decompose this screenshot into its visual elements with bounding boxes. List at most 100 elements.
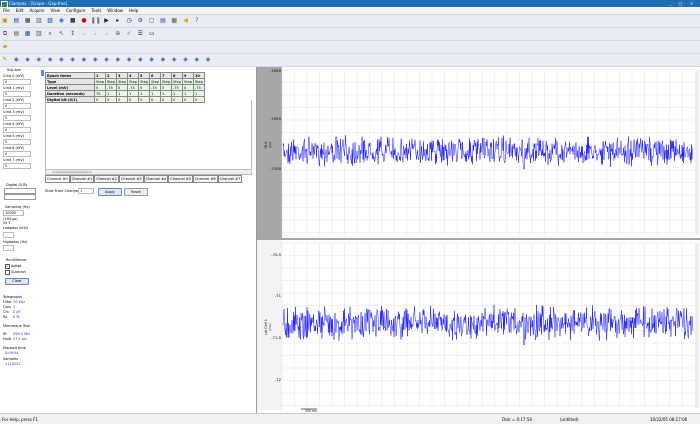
- tab-channel-4[interactable]: Channel #4: [143, 175, 169, 183]
- settings-icon[interactable]: ⚙: [136, 16, 145, 25]
- stop-icon[interactable]: ■: [68, 16, 77, 25]
- protocol-icon[interactable]: ▥: [34, 16, 43, 25]
- seq-key-6-icon[interactable]: ◈: [68, 55, 77, 64]
- copy-icon[interactable]: ⧉: [1, 29, 10, 38]
- maximize-button[interactable]: □: [677, 1, 684, 6]
- cmd7-input[interactable]: 0: [3, 163, 31, 169]
- scrollbar-thumb[interactable]: [52, 170, 92, 173]
- paste-icon[interactable]: ▤: [12, 29, 21, 38]
- tab-channel-7[interactable]: Channel #7: [217, 175, 243, 183]
- seq-key-5-icon[interactable]: ◈: [57, 55, 66, 64]
- axis-icon[interactable]: ⊥: [79, 29, 88, 38]
- play-icon[interactable]: ▶: [102, 16, 111, 25]
- sequence-icon[interactable]: ▸: [113, 16, 122, 25]
- menu-window[interactable]: Window: [104, 7, 126, 14]
- toolbar-sequencing: ✎ ◈ ◈ ◈ ◈ ◈ ◈ ◈ ◈ ◈ ◈ ◈ ◈ ◈ ◈ ◈ ◈ ◈ ◈: [0, 54, 700, 67]
- split-vertical-icon[interactable]: ▭: [147, 29, 156, 38]
- menu-view[interactable]: View: [48, 7, 64, 14]
- vertical-scrollbar-top[interactable]: [695, 70, 699, 235]
- start-from-change-input[interactable]: 1: [78, 188, 94, 194]
- tab-channel-0[interactable]: Channel #0: [45, 175, 70, 183]
- menu-configure[interactable]: Configure: [63, 7, 88, 14]
- tab-channel-3[interactable]: Channel #3: [118, 175, 144, 183]
- folder-icon[interactable]: ▰: [1, 42, 10, 51]
- menu-edit[interactable]: Edit: [13, 7, 27, 14]
- seq-key-10-icon[interactable]: ◈: [113, 55, 122, 64]
- apply-button[interactable]: Apply: [98, 188, 122, 196]
- adapt-checkbox[interactable]: ✓: [5, 264, 10, 269]
- cmd7-label: Cmd 7 (mV): [3, 158, 25, 162]
- cmd1-input[interactable]: 0: [3, 91, 31, 97]
- layout-icon[interactable]: ▤: [158, 16, 167, 25]
- cmd2-label: Cmd 2 (mV): [3, 98, 25, 102]
- tab-channel-6[interactable]: Channel #6: [192, 175, 218, 183]
- seq-key-17-icon[interactable]: ◈: [192, 55, 201, 64]
- clock-icon[interactable]: ◷: [125, 16, 134, 25]
- reset-button[interactable]: Reset: [124, 188, 148, 196]
- sequence-key-icon[interactable]: ✎: [1, 55, 10, 64]
- seq-key-12-icon[interactable]: ◈: [136, 55, 145, 64]
- menu-file[interactable]: File: [0, 7, 13, 14]
- subtract-checkbox[interactable]: [5, 270, 10, 275]
- window-icon[interactable]: ▢: [147, 16, 156, 25]
- seq-key-8-icon[interactable]: ◈: [91, 55, 100, 64]
- seq-key-11-icon[interactable]: ◈: [125, 55, 134, 64]
- axis-3-icon[interactable]: ⊥: [102, 29, 111, 38]
- print-preview-icon[interactable]: ▥: [34, 29, 43, 38]
- cmd5-input[interactable]: 0: [3, 139, 31, 145]
- speaker-icon[interactable]: ◀: [181, 16, 190, 25]
- menu-acquire[interactable]: Acquire: [26, 7, 47, 14]
- seq-key-14-icon[interactable]: ◈: [158, 55, 167, 64]
- seq-key-2-icon[interactable]: ◈: [23, 55, 32, 64]
- seq-key-4-icon[interactable]: ◈: [46, 55, 55, 64]
- membrane-test-icon[interactable]: ◉: [57, 16, 66, 25]
- tab-channel-1[interactable]: Channel #1: [69, 175, 95, 183]
- menu-tools[interactable]: Tools: [88, 7, 104, 14]
- clear-button[interactable]: Clear: [5, 278, 29, 285]
- pause-icon[interactable]: ❚❚: [91, 16, 101, 25]
- record-icon[interactable]: ●: [79, 16, 88, 25]
- scale-icon[interactable]: ▦: [23, 29, 32, 38]
- cmd6-input[interactable]: 0: [3, 151, 31, 157]
- cmd2-input[interactable]: 0: [3, 103, 31, 109]
- seq-key-9-icon[interactable]: ◈: [102, 55, 111, 64]
- seq-key-7-icon[interactable]: ◈: [79, 55, 88, 64]
- realtime-controls-panel: Scp-ben Cmd 0 (mV) 0 Cmd 1 (mV) 0 Cmd 2 …: [0, 67, 42, 413]
- split-horizontal-icon[interactable]: ☰: [136, 29, 145, 38]
- panel-handle[interactable]: [41, 70, 44, 76]
- marker-icon[interactable]: ⊕: [113, 29, 122, 38]
- cmd0-input[interactable]: 0: [3, 79, 31, 85]
- autoscale-icon[interactable]: ↕: [68, 29, 77, 38]
- tab-channel-2[interactable]: Channel #2: [94, 175, 119, 183]
- lab-book-icon[interactable]: ▧: [46, 16, 55, 25]
- seq-key-1-icon[interactable]: ◈: [12, 55, 21, 64]
- cursor-icon[interactable]: ↖: [57, 29, 66, 38]
- scope-plot[interactable]: IN 0 (pA) Lal Cell 1 (mV) -7000 -7050 -7…: [257, 67, 700, 413]
- seq-key-13-icon[interactable]: ◈: [147, 55, 156, 64]
- data-icon[interactable]: ▦: [170, 16, 179, 25]
- seq-key-18-icon[interactable]: ◈: [204, 55, 213, 64]
- help-icon[interactable]: ?: [192, 16, 201, 25]
- vertical-scrollbar-bottom[interactable]: [695, 243, 699, 408]
- open-icon[interactable]: ▣: [1, 16, 10, 25]
- minimize-button[interactable]: _: [667, 1, 674, 6]
- close-button[interactable]: ×: [688, 1, 695, 6]
- seq-key-15-icon[interactable]: ◈: [170, 55, 179, 64]
- axis-2-icon[interactable]: ⊥: [91, 29, 100, 38]
- tab-channel-5[interactable]: Channel #5: [168, 175, 193, 183]
- print-icon[interactable]: ▦: [23, 16, 32, 25]
- seq-key-16-icon[interactable]: ◈: [181, 55, 190, 64]
- menu-help[interactable]: Help: [126, 7, 141, 14]
- save-icon[interactable]: ▤: [12, 16, 21, 25]
- digital-outs-bits-4-7[interactable]: [4, 194, 36, 200]
- seq-key-3-icon[interactable]: ◈: [34, 55, 43, 64]
- zoom-icon[interactable]: ⌕: [46, 29, 55, 38]
- sampling-label: Sampling (Hz): [5, 205, 30, 209]
- highpass-select[interactable]: [3, 245, 14, 251]
- cmd3-input[interactable]: 0: [3, 115, 31, 121]
- lowpass-select[interactable]: [3, 232, 14, 238]
- cmd4-input[interactable]: 0: [3, 127, 31, 133]
- sampling-input[interactable]: 10000: [3, 210, 24, 216]
- rs-value: 0 M: [13, 315, 20, 319]
- check-icon[interactable]: ✓: [125, 29, 134, 38]
